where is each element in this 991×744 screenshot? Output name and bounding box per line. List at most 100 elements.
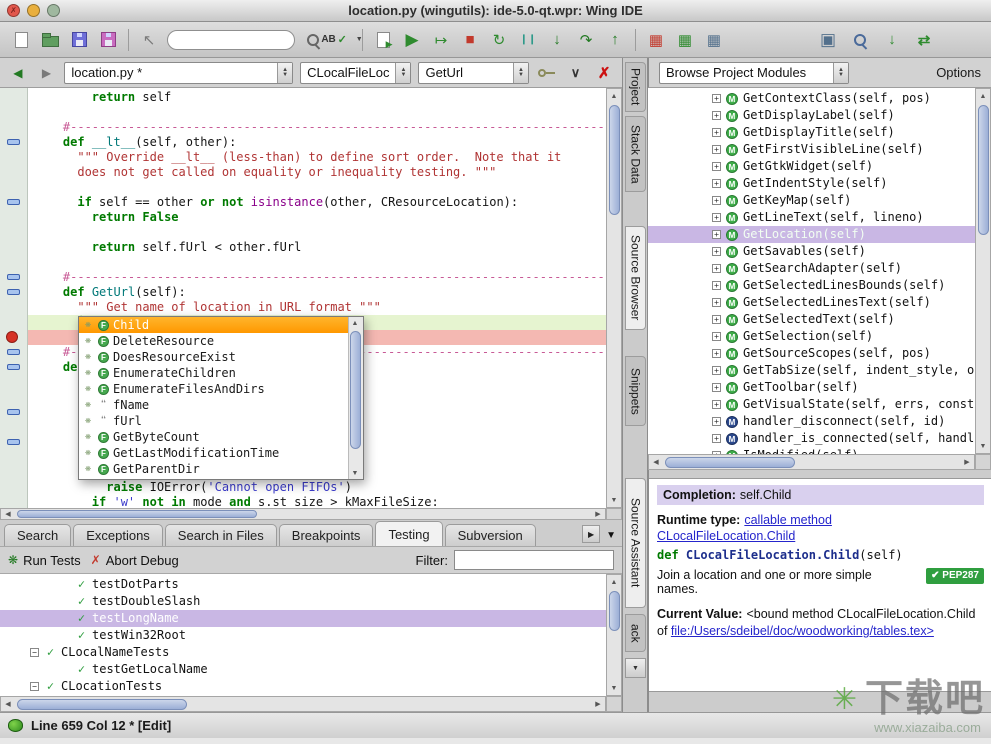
scroll-up-icon[interactable]: ▲ [977,90,989,102]
combo-spin-icons[interactable]: ▲▼ [513,63,528,83]
save-button[interactable] [68,29,90,51]
module-tree-row[interactable]: +MGetSourceScopes(self, pos) [648,345,975,362]
save-all-button[interactable] [97,29,119,51]
tab-stack[interactable]: ack [625,614,646,652]
back-button[interactable]: ◀ [7,62,29,84]
code-line[interactable]: """ Override __lt__ (less-than) to defin… [28,150,606,165]
tab-search-in-files[interactable]: Search in Files [165,524,277,546]
goto-selection-button[interactable]: ↖ [138,29,160,51]
search-button[interactable] [302,29,324,51]
search-in-files-button[interactable] [849,29,871,51]
module-tree-row[interactable]: +MGetSelectedLinesBounds(self) [648,277,975,294]
test-row[interactable]: ✓testGetLocalName [0,661,606,678]
pause-button[interactable]: ❙❙ [517,29,539,51]
module-tree-row[interactable]: +MGetIndentStyle(self) [648,175,975,192]
completion-list[interactable]: ❋FChild❋FDeleteResource❋FDoesResourceExi… [79,317,348,479]
restart-debug-button[interactable]: ↻ [488,29,510,51]
expand-icon[interactable]: + [712,94,721,103]
test-row[interactable]: ✓testLongName [0,610,606,627]
expand-icon[interactable]: + [712,230,721,239]
fold-marker-icon[interactable] [7,439,20,445]
module-tree-row[interactable]: +Mhandler_disconnect(self, id) [648,413,975,430]
test-row[interactable]: ✓testDotParts [0,576,606,593]
debug-io-button[interactable]: ▣ [817,29,839,51]
expand-icon[interactable]: + [712,298,721,307]
panel-menu-button[interactable]: ▼ [625,658,646,678]
fold-marker-icon[interactable] [7,409,20,415]
bug-icon[interactable] [8,719,23,732]
tab-subversion[interactable]: Subversion [445,524,536,546]
enable-breakpoints-button[interactable]: ▦ [674,29,696,51]
step-over-button[interactable]: ↷ [575,29,597,51]
module-tree-row[interactable]: +MGetDisplayTitle(self) [648,124,975,141]
expand-icon[interactable]: + [712,315,721,324]
fold-marker-icon[interactable] [7,289,20,295]
step-into-button[interactable]: ↓ [546,29,568,51]
expand-icon[interactable]: + [712,162,721,171]
expand-icon[interactable]: + [712,179,721,188]
tree-hscrollbar[interactable]: ◀ ▶ [648,454,975,470]
scroll-thumb[interactable] [609,105,620,215]
tab-menu-button[interactable]: ▼ [606,530,616,541]
completion-item[interactable]: ❋FEnumerateChildren [79,365,348,381]
scroll-down-icon[interactable]: ▼ [608,494,620,506]
module-tree-row[interactable]: +MGetLineText(self, lineno) [648,209,975,226]
scroll-left-icon[interactable]: ◀ [2,508,14,520]
method-combo[interactable]: GetUrl ▲▼ [418,62,528,84]
code-line[interactable]: return self.fUrl < other.fUrl [28,240,606,255]
expand-icon[interactable]: + [712,332,721,341]
scroll-thumb[interactable] [17,699,187,710]
expand-icon[interactable]: + [712,366,721,375]
run-to-cursor-button[interactable]: ↦ [430,29,452,51]
completion-item[interactable]: ❋FGetParentDir [79,461,348,477]
new-file-button[interactable] [10,29,32,51]
step-out-button[interactable]: ↑ [604,29,626,51]
file-combo[interactable]: location.py * ▲▼ [64,62,293,84]
tab-testing[interactable]: Testing [375,521,442,546]
code-line[interactable] [28,225,606,240]
pep287-badge[interactable]: ✔ PEP287 [926,568,984,584]
module-tree[interactable]: +MGetContextClass(self, pos) +MGetDisplay… [648,88,975,454]
code-line[interactable]: raise IOError('Cannot open FIFOs') [28,480,606,495]
combo-spin-icons[interactable]: ▲▼ [277,63,292,83]
sync-refresh-button[interactable]: ⇄ [913,29,935,51]
collapse-icon[interactable]: − [30,648,39,657]
module-tree-row[interactable]: +MGetSavables(self) [648,243,975,260]
code-line[interactable]: return False [28,210,606,225]
browse-mode-combo[interactable]: Browse Project Modules ▲▼ [659,62,849,84]
popup-scrollbar[interactable]: ▲ ▼ [348,317,363,479]
test-row[interactable]: ✓testDoubleSlash [0,593,606,610]
disable-breakpoints-button[interactable]: ▦ [703,29,725,51]
forward-button[interactable]: ▶ [36,62,58,84]
test-row[interactable]: ✓testWin32Root [0,627,606,644]
code-line[interactable]: if self == other or not isinstance(other… [28,195,606,210]
module-tree-row[interactable]: +MGetLocation(self) [648,226,975,243]
expand-icon[interactable]: + [712,434,721,443]
filter-input[interactable] [454,550,614,570]
testlist-vscrollbar[interactable]: ▲ ▼ [606,574,622,696]
tab-source-browser[interactable]: Source Browser [625,226,646,330]
expand-icon[interactable]: + [712,196,721,205]
code-line[interactable]: #---------------------------------------… [28,270,606,285]
scroll-thumb[interactable] [17,510,257,518]
code-line[interactable]: def GetUrl(self): [28,285,606,300]
spellcheck-button[interactable]: AB✓▼ [331,29,353,51]
fold-marker-icon[interactable] [7,364,20,370]
completion-item[interactable]: ❋FGetByteCount [79,429,348,445]
expand-icon[interactable]: + [712,281,721,290]
module-tree-row[interactable]: +MGetSearchAdapter(self) [648,260,975,277]
code-line[interactable] [28,180,606,195]
module-tree-row[interactable]: +MGetKeyMap(self) [648,192,975,209]
editor-vscrollbar[interactable]: ▲ ▼ [606,88,622,508]
code-line[interactable]: does not get called on equality or inequ… [28,165,606,180]
module-tree-row[interactable]: +MGetContextClass(self, pos) [648,90,975,107]
scroll-thumb[interactable] [978,105,989,235]
update-download-button[interactable]: ↓ [881,29,903,51]
completion-item[interactable]: ❋FEnumerateFilesAndDirs [79,381,348,397]
toolbar-search-input[interactable] [167,30,295,50]
module-tree-row[interactable]: +MIsModified(self) [648,447,975,454]
class-link[interactable]: CLocalFileLocation.Child [657,529,795,543]
test-row[interactable]: −✓CLocationTests [0,678,606,695]
editor-hscrollbar[interactable]: ◀ ▶ [0,508,606,520]
expand-icon[interactable]: + [712,213,721,222]
